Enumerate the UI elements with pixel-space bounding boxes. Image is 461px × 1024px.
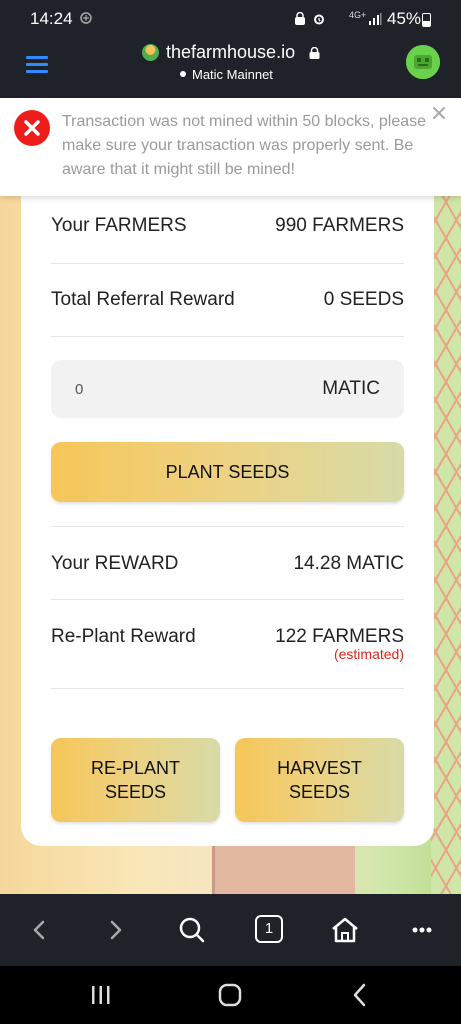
matic-unit-label: MATIC [322,378,380,399]
referral-label: Total Referral Reward [51,289,235,310]
tab-count-button[interactable]: 1 [255,915,283,943]
divider [51,599,404,600]
referral-value: 0 SEEDS [323,289,404,310]
replant-reward-value: 122 FARMERS [275,626,404,647]
back-system-icon[interactable] [347,982,373,1013]
more-options-icon[interactable] [402,910,442,950]
network-dot [180,71,186,77]
secure-lock-icon[interactable] [309,46,320,59]
signal-icon [368,12,382,29]
browser-bottom-nav: 1 [0,894,461,966]
plant-seeds-button[interactable]: PLANT SEEDS [51,442,404,502]
app-notification-icon [80,12,92,27]
network-indicator: Matic Mainnet [180,67,273,82]
browser-header: thefarmhouse.io Matic Mainnet [0,38,461,98]
replant-seeds-button[interactable]: RE-PLANT SEEDS [51,738,220,822]
lock-status-icon [294,11,306,29]
farmers-value: 990 FARMERS [275,215,404,236]
forward-icon[interactable] [95,910,135,950]
site-title[interactable]: thefarmhouse.io [166,42,295,63]
estimated-note: (estimated) [333,646,404,662]
reward-label: Your REWARD [51,553,179,574]
close-icon[interactable] [430,104,448,122]
farm-card: Your FARMERS 990 FARMERS Total Referral … [21,150,434,846]
plant-seeds-label: PLANT SEEDS [165,462,290,482]
error-icon [14,110,50,146]
divider [51,336,404,337]
error-message: Transaction was not mined within 50 bloc… [62,113,427,178]
recent-apps-icon[interactable] [88,982,114,1013]
battery-percent: 45% [387,9,422,28]
replant-seeds-label-line1: RE-PLANT [90,758,180,778]
harvest-seeds-label-line1: HARVEST [277,758,362,778]
fence-lattice [431,98,461,894]
matic-amount-field[interactable]: MATIC [51,360,404,418]
replant-reward-label: Re-Plant Reward [51,626,196,647]
search-icon[interactable] [172,910,212,950]
divider [51,263,404,264]
network-label: Matic Mainnet [192,67,273,82]
network-type-label: 4G+ [349,10,367,20]
menu-icon[interactable] [26,56,48,73]
replant-seeds-label-line2: SEEDS [104,782,167,802]
divider [51,688,404,689]
harvest-seeds-label-line2: SEEDS [288,782,351,802]
farmers-label: Your FARMERS [51,215,187,236]
home-system-icon[interactable] [217,982,243,1013]
back-icon[interactable] [20,910,60,950]
status-time: 14:24 [30,9,73,28]
harvest-seeds-button[interactable]: HARVEST SEEDS [235,738,404,822]
error-toast: Transaction was not mined within 50 bloc… [0,98,461,196]
battery-icon [422,13,431,27]
status-bar: 14:24 4G+ 45% [0,0,461,38]
home-icon[interactable] [325,910,365,950]
battery-fill [423,20,430,26]
matic-amount-input[interactable] [75,360,275,418]
system-nav-bar [0,966,461,1024]
alarm-icon [312,12,326,29]
avatar[interactable] [406,45,440,79]
divider [51,526,404,527]
site-logo [142,44,159,61]
reward-value: 14.28 MATIC [293,553,404,574]
